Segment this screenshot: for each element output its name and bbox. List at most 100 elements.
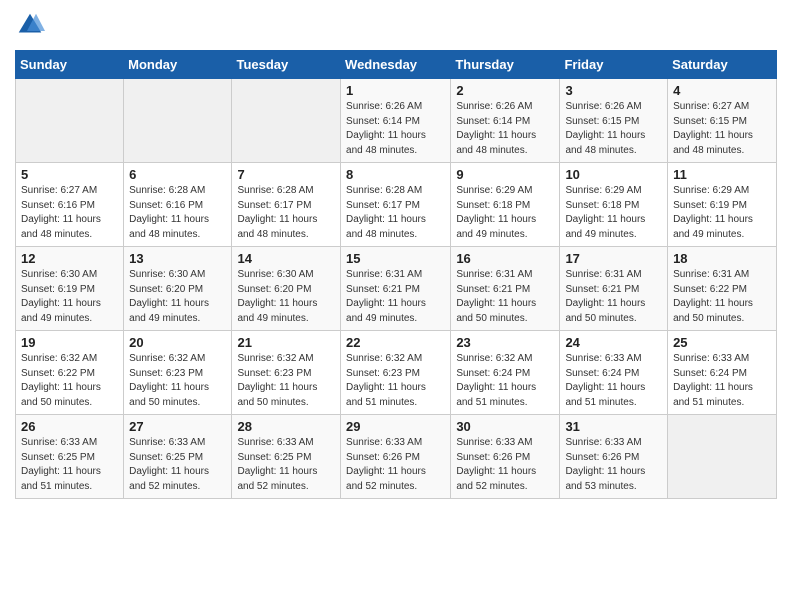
day-number: 11: [673, 167, 771, 182]
day-number: 4: [673, 83, 771, 98]
day-info: Sunrise: 6:33 AM Sunset: 6:26 PM Dayligh…: [565, 436, 662, 494]
calendar-cell: 23 Sunrise: 6:32 AM Sunset: 6:24 PM Dayli…: [451, 331, 560, 415]
day-number: 23: [456, 335, 554, 350]
calendar-cell: 8 Sunrise: 6:28 AM Sunset: 6:17 PM Daylig…: [341, 163, 451, 247]
weekday-header-saturday: Saturday: [668, 51, 777, 79]
calendar-cell: 14 Sunrise: 6:30 AM Sunset: 6:20 PM Dayli…: [232, 247, 341, 331]
calendar-cell: 6 Sunrise: 6:28 AM Sunset: 6:16 PM Daylig…: [124, 163, 232, 247]
day-info: Sunrise: 6:31 AM Sunset: 6:21 PM Dayligh…: [346, 268, 445, 326]
calendar-table: SundayMondayTuesdayWednesdayThursdayFrid…: [15, 50, 777, 499]
day-info: Sunrise: 6:27 AM Sunset: 6:15 PM Dayligh…: [673, 100, 771, 158]
weekday-header-wednesday: Wednesday: [341, 51, 451, 79]
calendar-cell: 28 Sunrise: 6:33 AM Sunset: 6:25 PM Dayli…: [232, 415, 341, 499]
day-info: Sunrise: 6:32 AM Sunset: 6:23 PM Dayligh…: [346, 352, 445, 410]
day-number: 30: [456, 419, 554, 434]
day-info: Sunrise: 6:26 AM Sunset: 6:14 PM Dayligh…: [456, 100, 554, 158]
page-header: [15, 10, 777, 40]
day-info: Sunrise: 6:31 AM Sunset: 6:21 PM Dayligh…: [456, 268, 554, 326]
day-number: 24: [565, 335, 662, 350]
day-number: 29: [346, 419, 445, 434]
calendar-cell: [124, 79, 232, 163]
day-number: 19: [21, 335, 118, 350]
calendar-cell: 19 Sunrise: 6:32 AM Sunset: 6:22 PM Dayli…: [16, 331, 124, 415]
day-number: 31: [565, 419, 662, 434]
day-number: 27: [129, 419, 226, 434]
day-info: Sunrise: 6:32 AM Sunset: 6:24 PM Dayligh…: [456, 352, 554, 410]
calendar-cell: 30 Sunrise: 6:33 AM Sunset: 6:26 PM Dayli…: [451, 415, 560, 499]
day-number: 8: [346, 167, 445, 182]
day-number: 6: [129, 167, 226, 182]
calendar-cell: 20Sunrise: 6:32 AM Sunset: 6:23 PM Dayli…: [124, 331, 232, 415]
day-info: Sunrise: 6:33 AM Sunset: 6:25 PM Dayligh…: [21, 436, 118, 494]
calendar-cell: 27 Sunrise: 6:33 AM Sunset: 6:25 PM Dayli…: [124, 415, 232, 499]
weekday-header-friday: Friday: [560, 51, 668, 79]
day-number: 15: [346, 251, 445, 266]
day-number: 16: [456, 251, 554, 266]
calendar-cell: 5 Sunrise: 6:27 AM Sunset: 6:16 PM Daylig…: [16, 163, 124, 247]
day-info: Sunrise: 6:28 AM Sunset: 6:17 PM Dayligh…: [237, 184, 335, 242]
calendar-cell: 18 Sunrise: 6:31 AM Sunset: 6:22 PM Dayli…: [668, 247, 777, 331]
day-info: Sunrise: 6:26 AM Sunset: 6:14 PM Dayligh…: [346, 100, 445, 158]
day-number: 1: [346, 83, 445, 98]
day-info: Sunrise: 6:26 AM Sunset: 6:15 PM Dayligh…: [565, 100, 662, 158]
day-info: Sunrise: 6:33 AM Sunset: 6:26 PM Dayligh…: [456, 436, 554, 494]
day-info: Sunrise: 6:33 AM Sunset: 6:25 PM Dayligh…: [129, 436, 226, 494]
day-info: Sunrise: 6:32 AM Sunset: 6:23 PM Dayligh…: [237, 352, 335, 410]
day-number: 17: [565, 251, 662, 266]
day-info: Sunrise: 6:28 AM Sunset: 6:17 PM Dayligh…: [346, 184, 445, 242]
calendar-week-5: 26 Sunrise: 6:33 AM Sunset: 6:25 PM Dayli…: [16, 415, 777, 499]
day-info: Sunrise: 6:30 AM Sunset: 6:19 PM Dayligh…: [21, 268, 118, 326]
day-number: 7: [237, 167, 335, 182]
day-number: 22: [346, 335, 445, 350]
calendar-cell: [668, 415, 777, 499]
calendar-cell: 31 Sunrise: 6:33 AM Sunset: 6:26 PM Dayli…: [560, 415, 668, 499]
calendar-cell: 22 Sunrise: 6:32 AM Sunset: 6:23 PM Dayli…: [341, 331, 451, 415]
calendar-cell: 2 Sunrise: 6:26 AM Sunset: 6:14 PM Daylig…: [451, 79, 560, 163]
day-info: Sunrise: 6:29 AM Sunset: 6:18 PM Dayligh…: [565, 184, 662, 242]
day-info: Sunrise: 6:29 AM Sunset: 6:18 PM Dayligh…: [456, 184, 554, 242]
weekday-header-tuesday: Tuesday: [232, 51, 341, 79]
day-number: 28: [237, 419, 335, 434]
day-info: Sunrise: 6:30 AM Sunset: 6:20 PM Dayligh…: [129, 268, 226, 326]
day-info: Sunrise: 6:27 AM Sunset: 6:16 PM Dayligh…: [21, 184, 118, 242]
day-number: 12: [21, 251, 118, 266]
calendar-cell: 3 Sunrise: 6:26 AM Sunset: 6:15 PM Daylig…: [560, 79, 668, 163]
day-info: Sunrise: 6:33 AM Sunset: 6:24 PM Dayligh…: [673, 352, 771, 410]
day-info: Sunrise: 6:30 AM Sunset: 6:20 PM Dayligh…: [237, 268, 335, 326]
day-info: Sunrise: 6:28 AM Sunset: 6:16 PM Dayligh…: [129, 184, 226, 242]
day-number: 5: [21, 167, 118, 182]
day-info: Sunrise: 6:31 AM Sunset: 6:21 PM Dayligh…: [565, 268, 662, 326]
calendar-cell: 26 Sunrise: 6:33 AM Sunset: 6:25 PM Dayli…: [16, 415, 124, 499]
calendar-cell: 15 Sunrise: 6:31 AM Sunset: 6:21 PM Dayli…: [341, 247, 451, 331]
calendar-cell: 17 Sunrise: 6:31 AM Sunset: 6:21 PM Dayli…: [560, 247, 668, 331]
calendar-cell: [232, 79, 341, 163]
logo: [15, 10, 48, 40]
calendar-cell: 4 Sunrise: 6:27 AM Sunset: 6:15 PM Daylig…: [668, 79, 777, 163]
calendar-cell: 1 Sunrise: 6:26 AM Sunset: 6:14 PM Daylig…: [341, 79, 451, 163]
calendar-week-1: 1 Sunrise: 6:26 AM Sunset: 6:14 PM Daylig…: [16, 79, 777, 163]
day-info: Sunrise: 6:32 AM Sunset: 6:22 PM Dayligh…: [21, 352, 118, 410]
calendar-week-2: 5 Sunrise: 6:27 AM Sunset: 6:16 PM Daylig…: [16, 163, 777, 247]
day-number: 13: [129, 251, 226, 266]
day-number: 9: [456, 167, 554, 182]
day-number: 2: [456, 83, 554, 98]
calendar-week-4: 19 Sunrise: 6:32 AM Sunset: 6:22 PM Dayli…: [16, 331, 777, 415]
calendar-cell: 10 Sunrise: 6:29 AM Sunset: 6:18 PM Dayli…: [560, 163, 668, 247]
calendar-cell: 25 Sunrise: 6:33 AM Sunset: 6:24 PM Dayli…: [668, 331, 777, 415]
calendar-cell: 12 Sunrise: 6:30 AM Sunset: 6:19 PM Dayli…: [16, 247, 124, 331]
day-number: 10: [565, 167, 662, 182]
day-number: 25: [673, 335, 771, 350]
weekday-header-thursday: Thursday: [451, 51, 560, 79]
day-number: 14: [237, 251, 335, 266]
calendar-cell: 9 Sunrise: 6:29 AM Sunset: 6:18 PM Daylig…: [451, 163, 560, 247]
day-info: Sunrise: 6:33 AM Sunset: 6:25 PM Dayligh…: [237, 436, 335, 494]
day-info: Sunrise: 6:31 AM Sunset: 6:22 PM Dayligh…: [673, 268, 771, 326]
calendar-week-3: 12 Sunrise: 6:30 AM Sunset: 6:19 PM Dayli…: [16, 247, 777, 331]
calendar-cell: [16, 79, 124, 163]
day-number: 18: [673, 251, 771, 266]
day-info: Sunrise: 6:29 AM Sunset: 6:19 PM Dayligh…: [673, 184, 771, 242]
day-number: 21: [237, 335, 335, 350]
page-container: SundayMondayTuesdayWednesdayThursdayFrid…: [0, 0, 792, 509]
day-number: 26: [21, 419, 118, 434]
day-number: 3: [565, 83, 662, 98]
